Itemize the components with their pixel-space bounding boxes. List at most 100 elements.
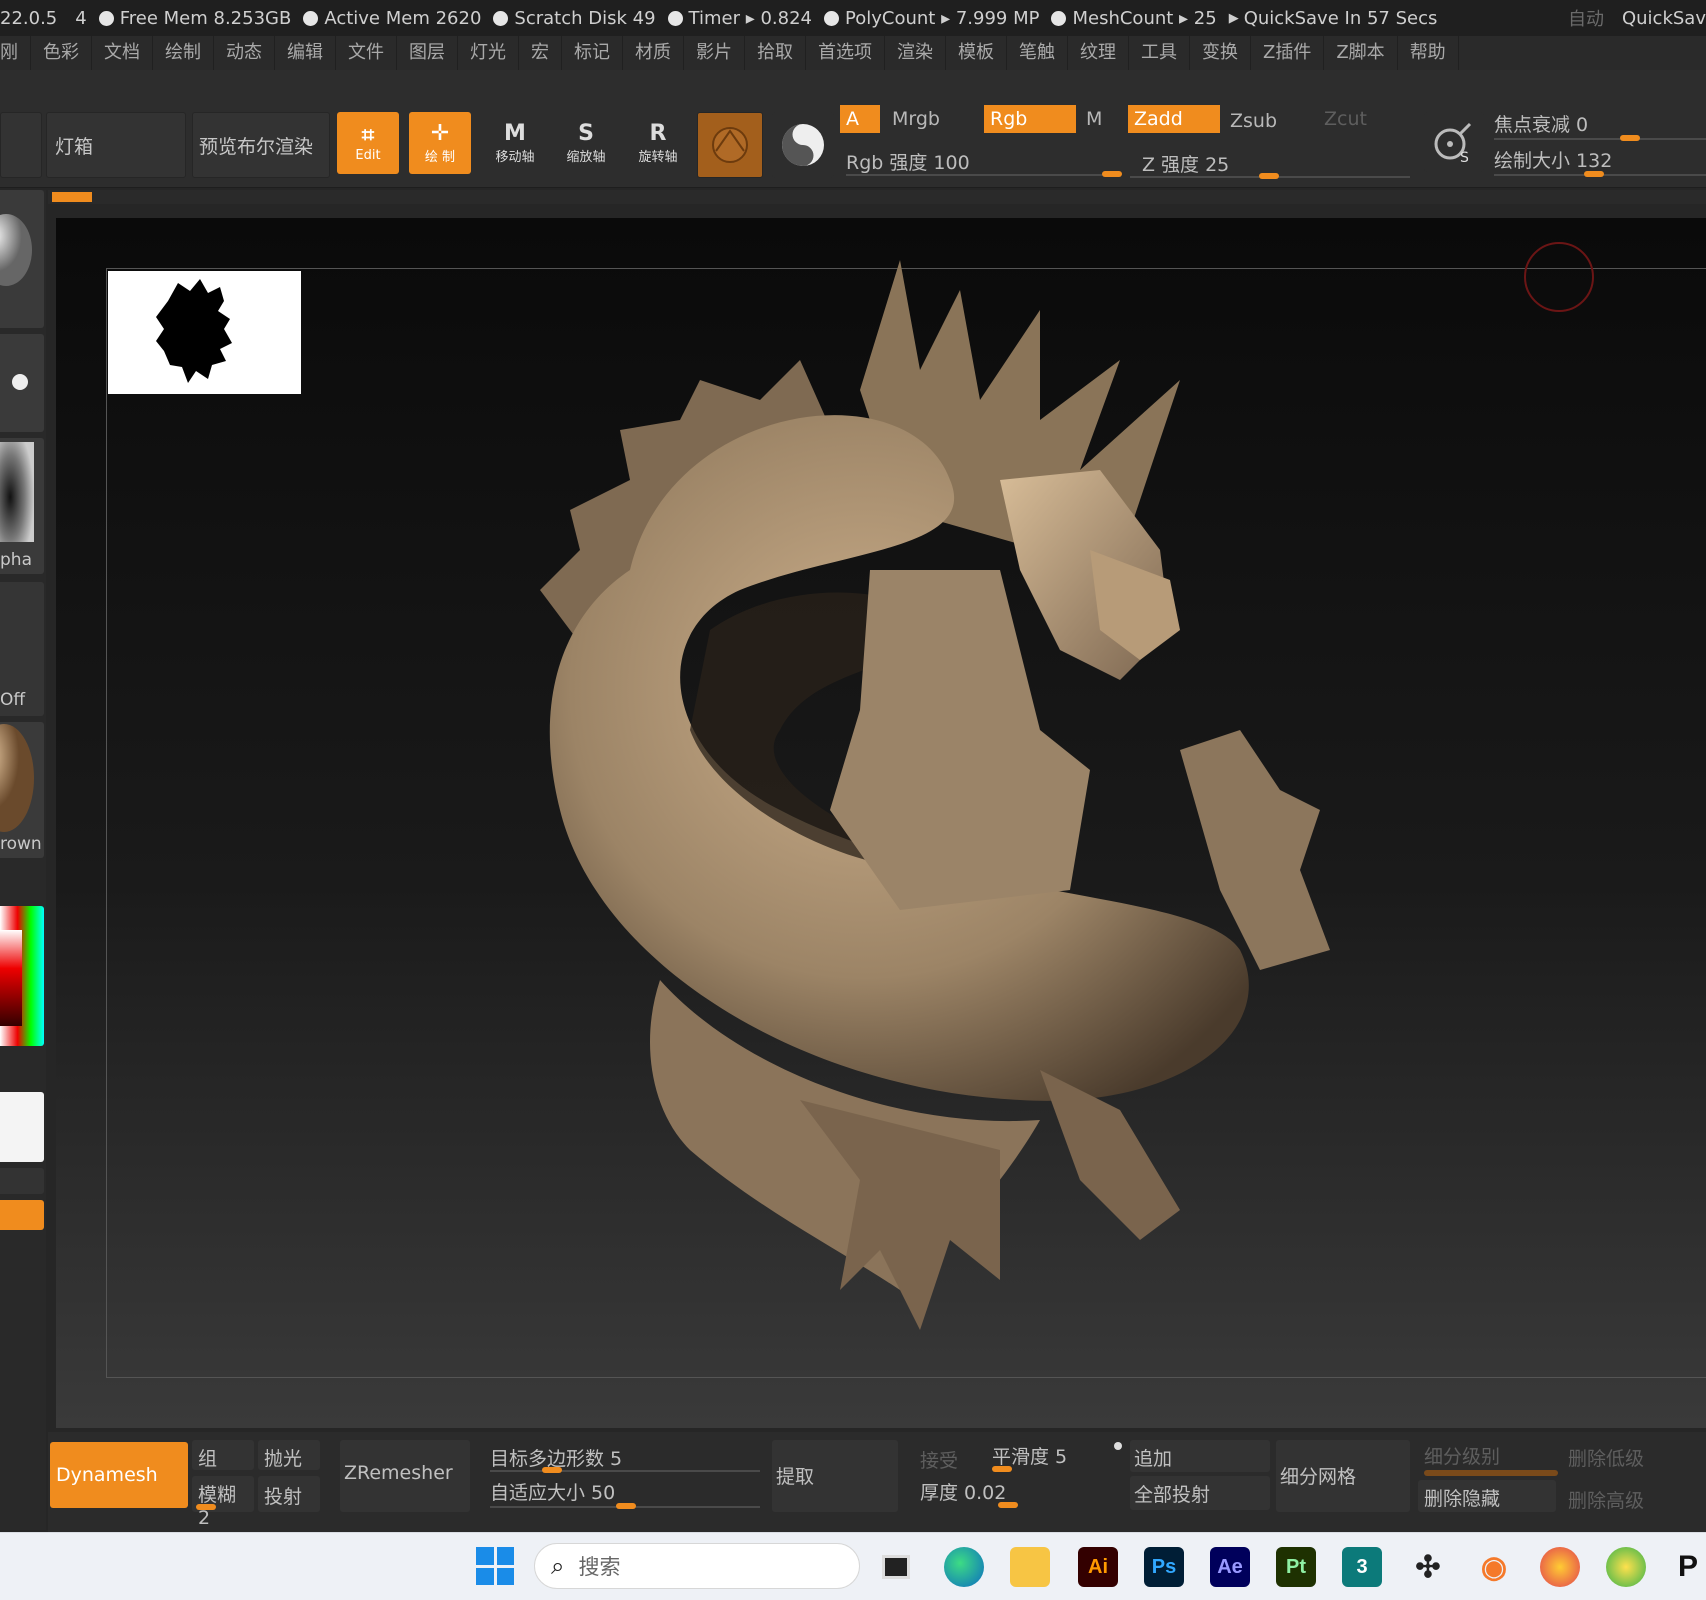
menu-item-tool[interactable]: 工具 — [1129, 36, 1190, 70]
start-button[interactable] — [476, 1547, 514, 1585]
menu-item-color[interactable]: 色彩 — [31, 36, 92, 70]
menu-item-layer[interactable]: 图层 — [397, 36, 458, 70]
menu-item-stroke[interactable]: 笔触 — [1007, 36, 1068, 70]
material-thumbnail[interactable]: rown — [0, 722, 44, 858]
lightbox-button[interactable]: 灯箱 — [46, 112, 186, 178]
focal-shift-slider[interactable] — [1494, 138, 1706, 140]
smooth-knob[interactable] — [992, 1466, 1012, 1472]
group-toggle[interactable]: 组 — [192, 1440, 254, 1470]
zsub-toggle[interactable]: Zsub — [1224, 107, 1314, 135]
menu-item-draw[interactable]: 绘制 — [153, 36, 214, 70]
edge-browser-icon[interactable] — [944, 1547, 984, 1587]
yin-yang-button[interactable] — [772, 112, 834, 178]
zadd-toggle[interactable]: Zadd — [1128, 105, 1220, 133]
illustrator-icon[interactable]: Ai — [1078, 1547, 1118, 1587]
z-intensity-knob[interactable] — [1259, 173, 1279, 179]
blur-slider[interactable]: 模糊 2 — [192, 1476, 254, 1529]
project-toggle[interactable]: 投射 — [258, 1476, 320, 1512]
file-explorer-icon[interactable] — [1010, 1547, 1050, 1587]
p-app-icon[interactable]: P — [1668, 1547, 1706, 1587]
append-button[interactable]: 追加 — [1130, 1440, 1270, 1472]
delete-higher-button[interactable]: 删除高级 — [1568, 1486, 1644, 1513]
rotate-button[interactable]: R 旋转轴 — [627, 112, 689, 174]
menu-item-preferences[interactable]: 首选项 — [806, 36, 885, 70]
swap-color-button[interactable] — [0, 1200, 44, 1230]
mrgb-toggle[interactable]: Mrgb — [886, 105, 982, 133]
m-toggle[interactable]: M — [1080, 105, 1120, 133]
bpr-button[interactable]: 预览布尔渲染 — [192, 112, 330, 178]
target-poly-slider[interactable] — [490, 1470, 760, 1472]
menu-item-macro[interactable]: 宏 — [519, 36, 562, 70]
smooth-label: 平滑度 5 — [992, 1446, 1068, 1468]
project-all-button[interactable]: 全部投射 — [1130, 1476, 1270, 1510]
main-color-swatch[interactable] — [0, 1092, 44, 1162]
menu-item-stencil[interactable]: 模板 — [946, 36, 1007, 70]
menu-item-dynamics[interactable]: 动态 — [214, 36, 275, 70]
lazy-mouse-icon: S — [1434, 122, 1472, 166]
subdiv-level-slider[interactable] — [1424, 1470, 1558, 1476]
firefox-icon[interactable] — [1540, 1547, 1580, 1587]
edit-mode-button[interactable]: ⌗ Edit — [337, 112, 399, 174]
menu-item-movie[interactable]: 影片 — [684, 36, 745, 70]
draw-size-knob[interactable] — [1584, 171, 1604, 177]
task-view-icon[interactable] — [876, 1547, 916, 1587]
menu-item-picker[interactable]: 拾取 — [745, 36, 806, 70]
menu-item-0[interactable]: 刚 — [0, 36, 31, 70]
divide-button[interactable]: 细分网格 — [1276, 1440, 1410, 1512]
rgb-intensity-knob[interactable] — [1102, 171, 1122, 177]
extract-button[interactable]: 提取 — [772, 1440, 898, 1512]
menu-item-material[interactable]: 材质 — [623, 36, 684, 70]
toolbar-left-stub[interactable] — [0, 112, 42, 178]
color-picker[interactable] — [0, 906, 44, 1046]
menu-bar: 刚 色彩 文档 绘制 动态 编辑 文件 图层 灯光 宏 标记 材质 影片 拾取 … — [0, 36, 1706, 70]
accept-button[interactable]: 接受 — [920, 1446, 958, 1473]
rgb-intensity-slider[interactable] — [846, 174, 1120, 176]
zremesher-button[interactable]: ZRemesher — [340, 1440, 470, 1512]
menu-item-document[interactable]: 文档 — [92, 36, 153, 70]
blender-icon[interactable]: ◉ — [1474, 1547, 1514, 1587]
delete-lower-button[interactable]: 删除低级 — [1568, 1444, 1644, 1471]
texture-thumbnail[interactable]: Off — [0, 582, 44, 716]
menu-item-render[interactable]: 渲染 — [885, 36, 946, 70]
dynamesh-button[interactable]: Dynamesh — [50, 1442, 188, 1508]
zcut-toggle[interactable]: Zcut — [1318, 105, 1408, 133]
menu-item-file[interactable]: 文件 — [336, 36, 397, 70]
material-sphere-button[interactable] — [697, 112, 763, 178]
zbrush-icon[interactable]: ✣ — [1408, 1547, 1448, 1587]
rgb-toggle[interactable]: Rgb — [984, 105, 1076, 133]
timer-dot-icon — [667, 10, 683, 26]
photoshop-icon[interactable]: Ps — [1144, 1547, 1184, 1587]
navigation-thumbnail[interactable] — [108, 271, 301, 394]
brush-thumbnail[interactable] — [0, 190, 44, 328]
menu-item-edit[interactable]: 编辑 — [275, 36, 336, 70]
thickness-knob[interactable] — [998, 1502, 1018, 1508]
polish-toggle[interactable]: 抛光 — [258, 1440, 320, 1470]
scale-button[interactable]: S 缩放轴 — [555, 112, 617, 174]
menu-item-light[interactable]: 灯光 — [458, 36, 519, 70]
secondary-color-swatch[interactable] — [0, 1168, 44, 1194]
taskbar-search[interactable]: ⌕ 搜索 — [534, 1543, 860, 1589]
stroke-thumbnail[interactable] — [0, 334, 44, 432]
dragon-sculpt-model[interactable] — [480, 250, 1440, 1410]
3dsmax-icon[interactable]: 3 — [1342, 1547, 1382, 1587]
delete-hidden-button[interactable]: 删除隐藏 — [1418, 1480, 1556, 1512]
after-effects-icon[interactable]: Ae — [1210, 1547, 1250, 1587]
music-app-icon[interactable] — [1606, 1547, 1646, 1587]
adaptive-size-knob[interactable] — [616, 1503, 636, 1509]
menu-item-marker[interactable]: 标记 — [562, 36, 623, 70]
menu-item-help[interactable]: 帮助 — [1398, 36, 1459, 70]
a-toggle[interactable]: A — [840, 105, 880, 133]
menu-item-transform[interactable]: 变换 — [1190, 36, 1251, 70]
quicksave-button[interactable]: QuickSav — [1622, 8, 1706, 29]
alpha-thumbnail[interactable]: pha — [0, 438, 44, 574]
lazy-mouse-button[interactable]: S — [1424, 112, 1484, 172]
move-button[interactable]: M 移动轴 — [484, 112, 546, 174]
painter-icon[interactable]: Pt — [1276, 1547, 1316, 1587]
focal-shift-knob[interactable] — [1620, 135, 1640, 141]
menu-item-zscript[interactable]: Z脚本 — [1324, 36, 1398, 70]
menu-item-zplugin[interactable]: Z插件 — [1251, 36, 1325, 70]
blur-knob[interactable] — [196, 1504, 216, 1510]
draw-mode-button[interactable]: ✛ 绘 制 — [409, 112, 471, 174]
target-poly-knob[interactable] — [542, 1467, 562, 1473]
menu-item-texture[interactable]: 纹理 — [1068, 36, 1129, 70]
